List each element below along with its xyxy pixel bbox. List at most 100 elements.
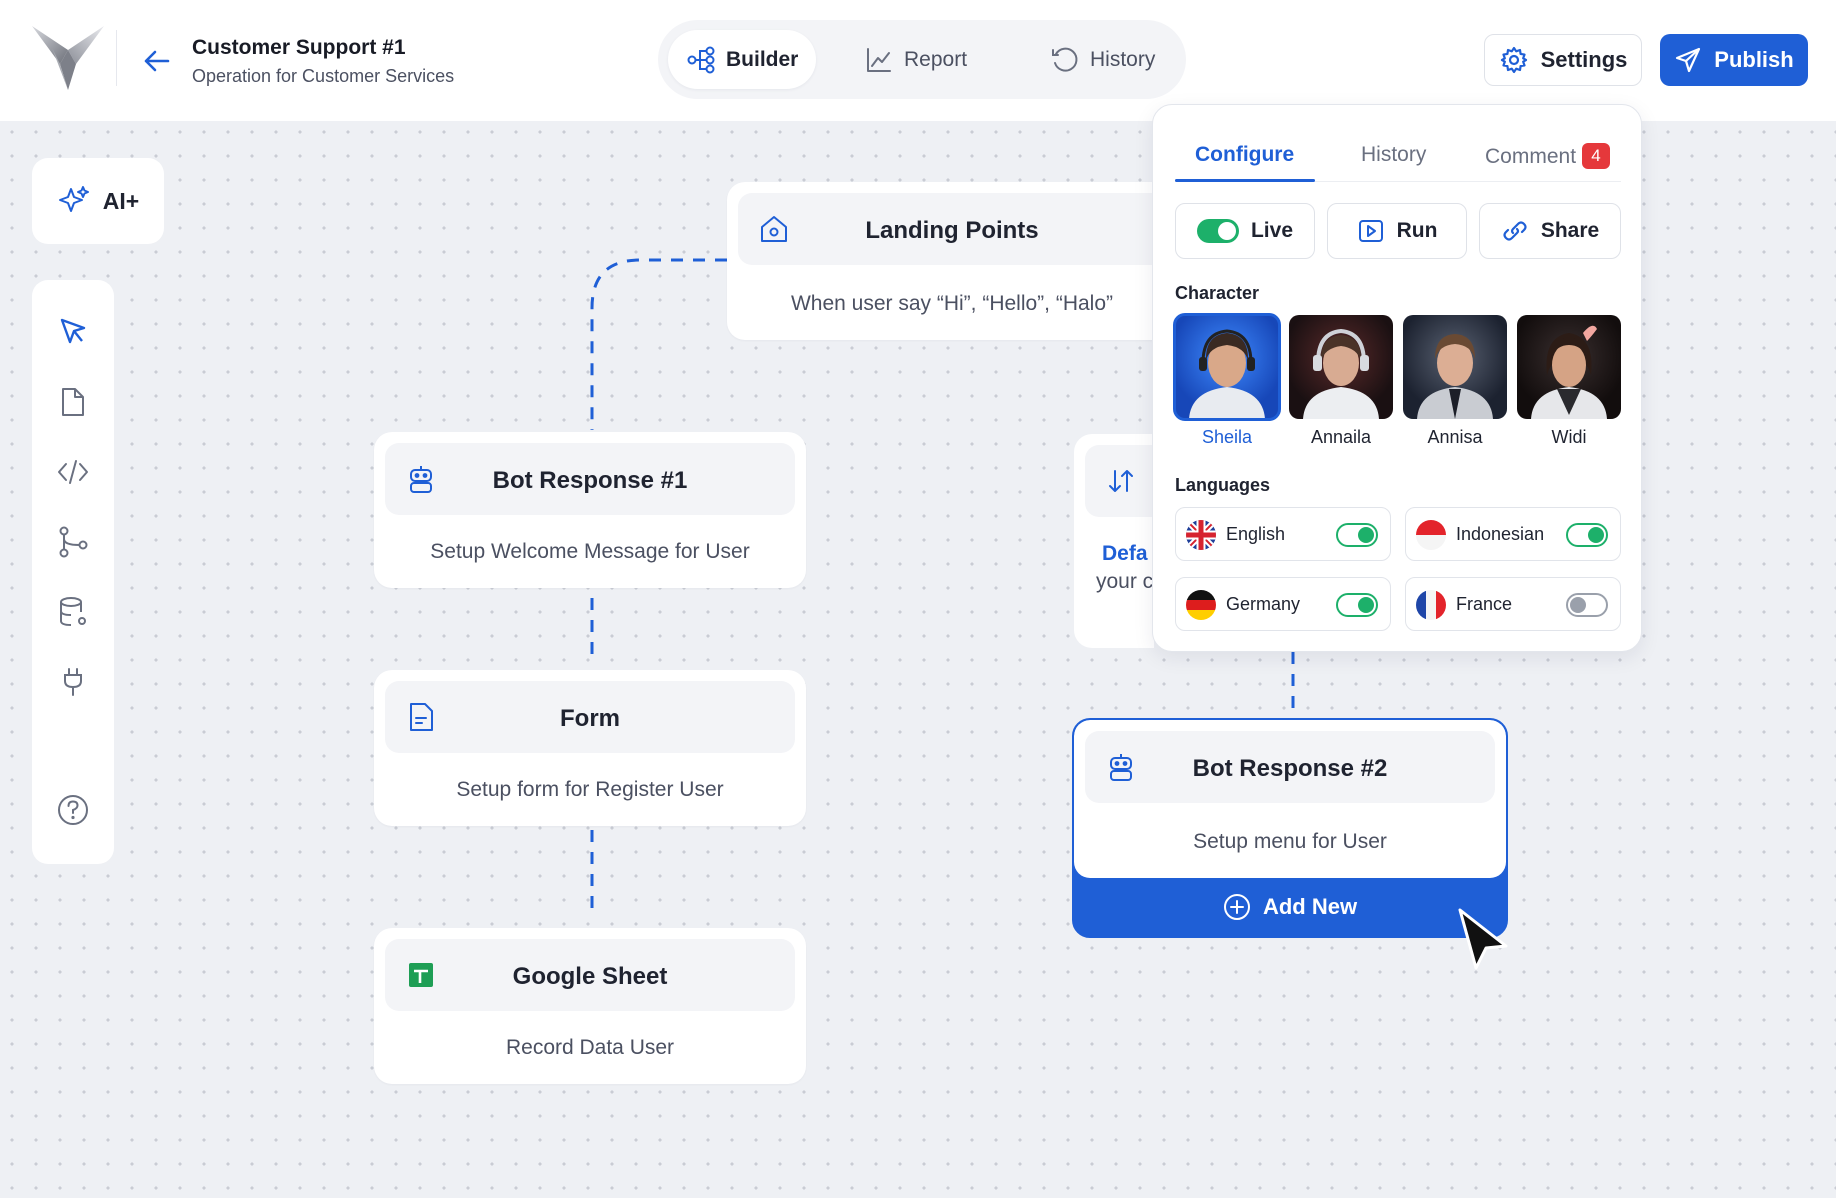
page-title: Customer Support #1 (192, 36, 406, 59)
tab-builder[interactable]: Builder (668, 30, 817, 89)
node-default-partial[interactable]: Defa your c (1074, 434, 1165, 648)
tab-report-label: Report (904, 47, 968, 71)
language-toggle[interactable] (1566, 523, 1608, 547)
document-tool[interactable] (51, 380, 95, 424)
node-form[interactable]: Form Setup form for Register User (374, 670, 806, 826)
character-annisa[interactable]: Annisa (1403, 315, 1507, 448)
tab-builder-label: Builder (726, 47, 799, 71)
avatar (1517, 315, 1621, 419)
character-sheila[interactable]: Sheila (1173, 313, 1281, 448)
language-name: English (1226, 524, 1286, 544)
cursor-icon (60, 318, 86, 344)
gear-icon (1500, 46, 1527, 74)
node-title: Bot Response #2 (1192, 755, 1388, 782)
plus-circle-icon (1223, 894, 1250, 920)
settings-button[interactable]: Settings (1484, 34, 1642, 86)
character-name: Sheila (1201, 427, 1253, 447)
sort-icon (1109, 470, 1133, 492)
database-tool[interactable] (51, 590, 95, 634)
node-google-sheet[interactable]: Google Sheet Record Data User (374, 928, 806, 1084)
share-button[interactable]: Share (1479, 203, 1621, 259)
avatar-portrait (1189, 329, 1265, 419)
language-english: English (1175, 507, 1391, 561)
node-description: Setup Welcome Message for User (430, 540, 750, 563)
character-name: Annisa (1427, 427, 1483, 447)
language-name: Germany (1226, 594, 1301, 614)
languages-section-label: Languages (1175, 475, 1271, 495)
database-icon (60, 597, 86, 626)
branch-tool[interactable] (51, 520, 95, 564)
tab-comment[interactable]: Comment 4 (1485, 143, 1611, 169)
connector-landing-bot1 (590, 258, 727, 430)
add-new-label: Add New (1262, 894, 1358, 919)
node-description: Record Data User (505, 1036, 675, 1059)
active-tab-indicator (1175, 179, 1315, 182)
header-divider (116, 30, 117, 86)
configure-popover: Configure History Comment 4 Live Run Shar… (1152, 104, 1642, 652)
language-name: Indonesian (1456, 524, 1545, 544)
germany-flag-icon (1186, 590, 1216, 620)
node-landing-points[interactable]: Landing Points When user say “Hi”, “Hell… (727, 182, 1177, 340)
ai-assistant-button[interactable]: AI+ (32, 158, 164, 244)
avatar-portrait (1417, 334, 1493, 419)
node-title: Form (560, 705, 620, 732)
language-name: France (1456, 594, 1513, 614)
avatar-portrait (1303, 328, 1379, 419)
select-tool[interactable] (51, 310, 95, 354)
character-section-label: Character (1175, 283, 1260, 303)
node-header: Bot Response #2 (1085, 731, 1495, 803)
uk-flag-icon (1186, 520, 1216, 550)
live-label: Live (1250, 219, 1294, 242)
run-button[interactable]: Run (1327, 203, 1467, 259)
tab-report[interactable]: Report (846, 30, 985, 89)
tab-history-label: History (1090, 47, 1156, 71)
language-germany: Germany (1175, 577, 1391, 631)
tab-configure[interactable]: Configure (1195, 143, 1294, 167)
tool-panel (32, 280, 114, 864)
node-header: Google Sheet (385, 939, 795, 1011)
partial-link-text: Defa (1102, 542, 1148, 565)
code-icon (58, 460, 88, 484)
node-bot-response-2[interactable]: Bot Response #2 Setup menu for User Add … (1072, 718, 1508, 938)
node-title: Landing Points (865, 217, 1039, 244)
character-widi[interactable]: Widi (1517, 315, 1621, 448)
language-toggle[interactable] (1336, 593, 1378, 617)
node-description: Setup menu for User (1193, 830, 1387, 853)
ai-label: AI+ (102, 187, 140, 214)
indonesia-flag-icon (1416, 520, 1446, 550)
add-new-button[interactable]: Add New (1074, 878, 1506, 936)
history-icon (1052, 47, 1078, 72)
node-header: Bot Response #1 (385, 443, 795, 515)
character-annaila[interactable]: Annaila (1289, 315, 1393, 448)
language-toggle[interactable] (1336, 523, 1378, 547)
file-icon (62, 388, 84, 416)
publish-label: Publish (1714, 47, 1794, 72)
node-header: Landing Points (738, 193, 1166, 265)
node-bot-response-1[interactable]: Bot Response #1 Setup Welcome Message fo… (374, 432, 806, 588)
node-header: Form (385, 681, 795, 753)
france-flag-icon (1416, 590, 1446, 620)
link-icon (1503, 221, 1527, 241)
publish-button[interactable]: Publish (1660, 34, 1808, 86)
app-header: Customer Support #1 Operation for Custom… (0, 0, 1836, 121)
integration-tool[interactable] (51, 660, 95, 704)
share-label: Share (1540, 219, 1600, 242)
avatar (1403, 315, 1507, 419)
node-description: Setup form for Register User (456, 778, 724, 801)
live-switch[interactable] (1196, 219, 1239, 243)
tab-history[interactable]: History (1032, 30, 1173, 89)
node-title: Google Sheet (512, 963, 668, 990)
code-tool[interactable] (51, 450, 95, 494)
run-label: Run (1396, 219, 1438, 242)
back-arrow-icon[interactable] (140, 44, 174, 78)
tab-comment-label: Comment (1485, 145, 1577, 168)
language-toggle[interactable] (1566, 593, 1608, 617)
partial-text: your c (1096, 570, 1154, 593)
help-tool[interactable] (51, 788, 95, 832)
avatar-portrait (1531, 325, 1607, 419)
live-toggle-button[interactable]: Live (1175, 203, 1315, 259)
branch-icon (59, 526, 88, 558)
tab-history-panel[interactable]: History (1361, 143, 1426, 167)
chart-line-icon (867, 47, 891, 72)
help-icon (58, 795, 88, 825)
